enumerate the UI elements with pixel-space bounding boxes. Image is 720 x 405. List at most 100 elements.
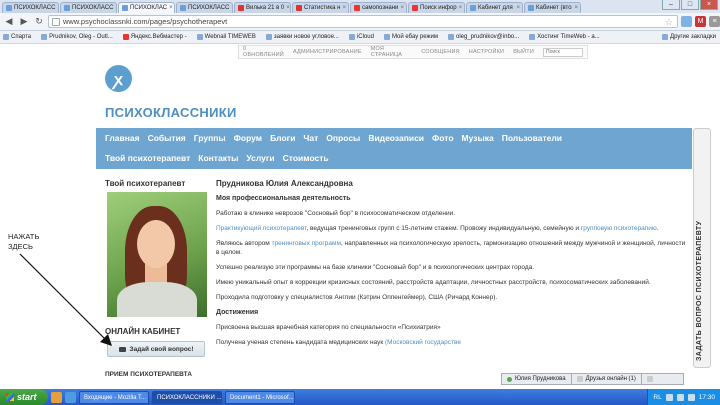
- tab-close-icon[interactable]: ×: [169, 3, 173, 13]
- bio-text: Являюсь автором: [216, 240, 272, 247]
- nav-home[interactable]: Главная: [105, 133, 140, 143]
- browser-tab[interactable]: ПСИХОКЛАСС×: [60, 2, 117, 13]
- chat-settings[interactable]: [642, 374, 658, 384]
- bookmark-label: Мой ебау режим: [391, 34, 438, 40]
- group-therapy-link[interactable]: групповую психотерапию: [581, 225, 657, 232]
- browser-tab-active[interactable]: ПСИХОКЛАС ×: [118, 2, 175, 13]
- site-logo-icon[interactable]: ꭗ: [105, 65, 132, 92]
- bookmark-item[interactable]: iCloud: [348, 34, 374, 40]
- settings-icon: [646, 376, 653, 382]
- site-brand[interactable]: ПСИХОКЛАССНИКИ: [105, 105, 237, 120]
- start-button[interactable]: start: [0, 389, 48, 405]
- nav-polls[interactable]: Опросы: [326, 133, 360, 143]
- nav-price[interactable]: Стоимость: [283, 153, 329, 163]
- extension-icon[interactable]: [681, 16, 692, 27]
- site-search-input[interactable]: [543, 47, 583, 57]
- forward-icon[interactable]: ▶: [18, 16, 30, 28]
- nav-videos[interactable]: Видеозаписи: [368, 133, 424, 143]
- bookmark-icon: [383, 34, 390, 40]
- tab-close-icon[interactable]: ×: [459, 3, 463, 13]
- minimize-icon[interactable]: –: [662, 0, 680, 10]
- nav-events[interactable]: События: [148, 133, 186, 143]
- bookmark-label: iCloud: [356, 34, 374, 40]
- quicklaunch-icon[interactable]: [51, 391, 62, 403]
- wrench-icon[interactable]: ≡: [709, 16, 720, 27]
- taskbar-item[interactable]: Входящие - Mozilla T...: [79, 390, 149, 404]
- ask-question-button[interactable]: Задай свой вопрос!: [107, 341, 205, 357]
- admin-link-logout[interactable]: ВЫЙТИ: [513, 49, 534, 55]
- taskbar-item-active[interactable]: ПСИХОКЛАССНИКИ ...: [152, 390, 222, 404]
- page-icon: [52, 18, 60, 26]
- chat-user[interactable]: Юлия Прудникова: [502, 374, 572, 384]
- admin-link-updates[interactable]: 0 ОБНОВЛЕНИЙ: [243, 46, 284, 58]
- admin-link-my-page[interactable]: МОЯ СТРАНИЦА: [371, 46, 412, 58]
- bookmark-item[interactable]: Яндекс.Вебмастер -: [122, 34, 187, 40]
- bookmark-item[interactable]: заявки новое угловое...: [265, 34, 339, 40]
- admin-link-messages[interactable]: СООБЩЕНИЯ: [421, 49, 460, 55]
- browser-tab[interactable]: Вилька 21 в 0 ×: [234, 2, 291, 13]
- browser-tab[interactable]: Статистика н ×: [292, 2, 349, 13]
- browser-tab[interactable]: Кабинет для ×: [466, 2, 523, 13]
- tab-close-icon[interactable]: ×: [231, 3, 232, 13]
- reception-link[interactable]: ПРИЕМ ПСИХОТЕРАПЕВТА: [105, 371, 192, 378]
- therapist-link[interactable]: Практикующий психотерапевт: [216, 225, 306, 232]
- bookmark-item[interactable]: Prudnikov, Oleg - Outl...: [41, 34, 113, 40]
- tab-close-icon[interactable]: ×: [516, 3, 520, 13]
- chat-user-label: Юлия Прудникова: [515, 376, 566, 382]
- gmail-icon[interactable]: M: [695, 16, 706, 27]
- tab-close-icon[interactable]: ×: [57, 3, 58, 13]
- bookmark-item[interactable]: Хостинг TimeWeb - а...: [529, 34, 600, 40]
- friends-online[interactable]: Друзья онлайн (1): [572, 374, 642, 384]
- bookmark-item[interactable]: Мой ебау режим: [383, 34, 438, 40]
- tab-close-icon[interactable]: ×: [343, 3, 347, 13]
- ask-question-side-tab[interactable]: ЗАДАТЬ ВОПРОС ПСИХОТЕРАПЕВТУ: [693, 128, 711, 368]
- bookmark-icon: [265, 34, 272, 40]
- nav-forum[interactable]: Форум: [234, 133, 262, 143]
- nav-groups[interactable]: Группы: [194, 133, 226, 143]
- close-window-icon[interactable]: ×: [700, 0, 718, 10]
- tab-close-icon[interactable]: ×: [115, 3, 116, 13]
- bookmark-star-icon[interactable]: ☆: [665, 16, 673, 28]
- bookmark-item[interactable]: Спарта: [3, 34, 31, 40]
- nav-music[interactable]: Музыка: [462, 133, 494, 143]
- url-input[interactable]: www.psychoclassnki.com/pages/psychothera…: [48, 15, 678, 28]
- taskbar-item-label: Входящие - Mozilla T...: [84, 394, 147, 401]
- nav-contacts[interactable]: Контакты: [198, 153, 238, 163]
- browser-tab[interactable]: самопознани ×: [350, 2, 407, 13]
- browser-tab[interactable]: Поиск инфор ×: [408, 2, 465, 13]
- taskbar-item-label: Document1 - Microsof...: [230, 394, 294, 401]
- bookmark-item[interactable]: Webnail ТIMEWEB: [196, 34, 256, 40]
- tab-close-icon[interactable]: ×: [400, 3, 404, 13]
- maximize-icon[interactable]: □: [681, 0, 699, 10]
- nav-chat[interactable]: Чат: [303, 133, 318, 143]
- window-controls: – □ ×: [662, 0, 718, 10]
- nav-services[interactable]: Услуги: [246, 153, 274, 163]
- browser-tab[interactable]: ПСИХОКЛАСС×: [176, 2, 233, 13]
- nav-photo[interactable]: Фото: [432, 133, 453, 143]
- nav-users[interactable]: Пользователи: [502, 133, 562, 143]
- tray-icon[interactable]: [665, 393, 673, 401]
- browser-tab[interactable]: ПСИХОКЛАСС×: [2, 2, 59, 13]
- nav-your-therapist[interactable]: Твой психотерапевт: [105, 153, 190, 163]
- nav-blogs[interactable]: Блоги: [270, 133, 295, 143]
- reload-icon[interactable]: ↻: [33, 16, 45, 28]
- quicklaunch-icon[interactable]: [65, 391, 76, 403]
- volume-icon[interactable]: [687, 393, 695, 401]
- browser-tab[interactable]: Кабинет (вто ×: [524, 2, 581, 13]
- tray-icon[interactable]: [676, 393, 684, 401]
- other-bookmarks[interactable]: Другие закладки: [662, 34, 716, 40]
- side-tab-label: ЗАДАТЬ ВОПРОС ПСИХОТЕРАПЕВТУ: [696, 220, 703, 361]
- bio-text: .: [656, 225, 659, 232]
- bookmark-label: Яндекс.Вебмастер -: [130, 34, 187, 40]
- tab-favicon-icon: [412, 5, 418, 11]
- back-icon[interactable]: ◀: [3, 16, 15, 28]
- training-programs-link[interactable]: тренинговых программ: [272, 240, 341, 247]
- language-indicator[interactable]: RL: [653, 394, 661, 401]
- tab-close-icon[interactable]: ×: [286, 3, 290, 13]
- tab-close-icon[interactable]: ×: [574, 3, 578, 13]
- university-link[interactable]: (Московский государстве: [385, 339, 461, 346]
- admin-link-administration[interactable]: АДМИНИСТРИРОВАНИЕ: [293, 49, 362, 55]
- admin-link-settings[interactable]: НАСТРОЙКИ: [469, 49, 504, 55]
- taskbar-item[interactable]: Document1 - Microsof...: [225, 390, 295, 404]
- bookmark-item[interactable]: oleg_prudnikov@inbo...: [447, 34, 519, 40]
